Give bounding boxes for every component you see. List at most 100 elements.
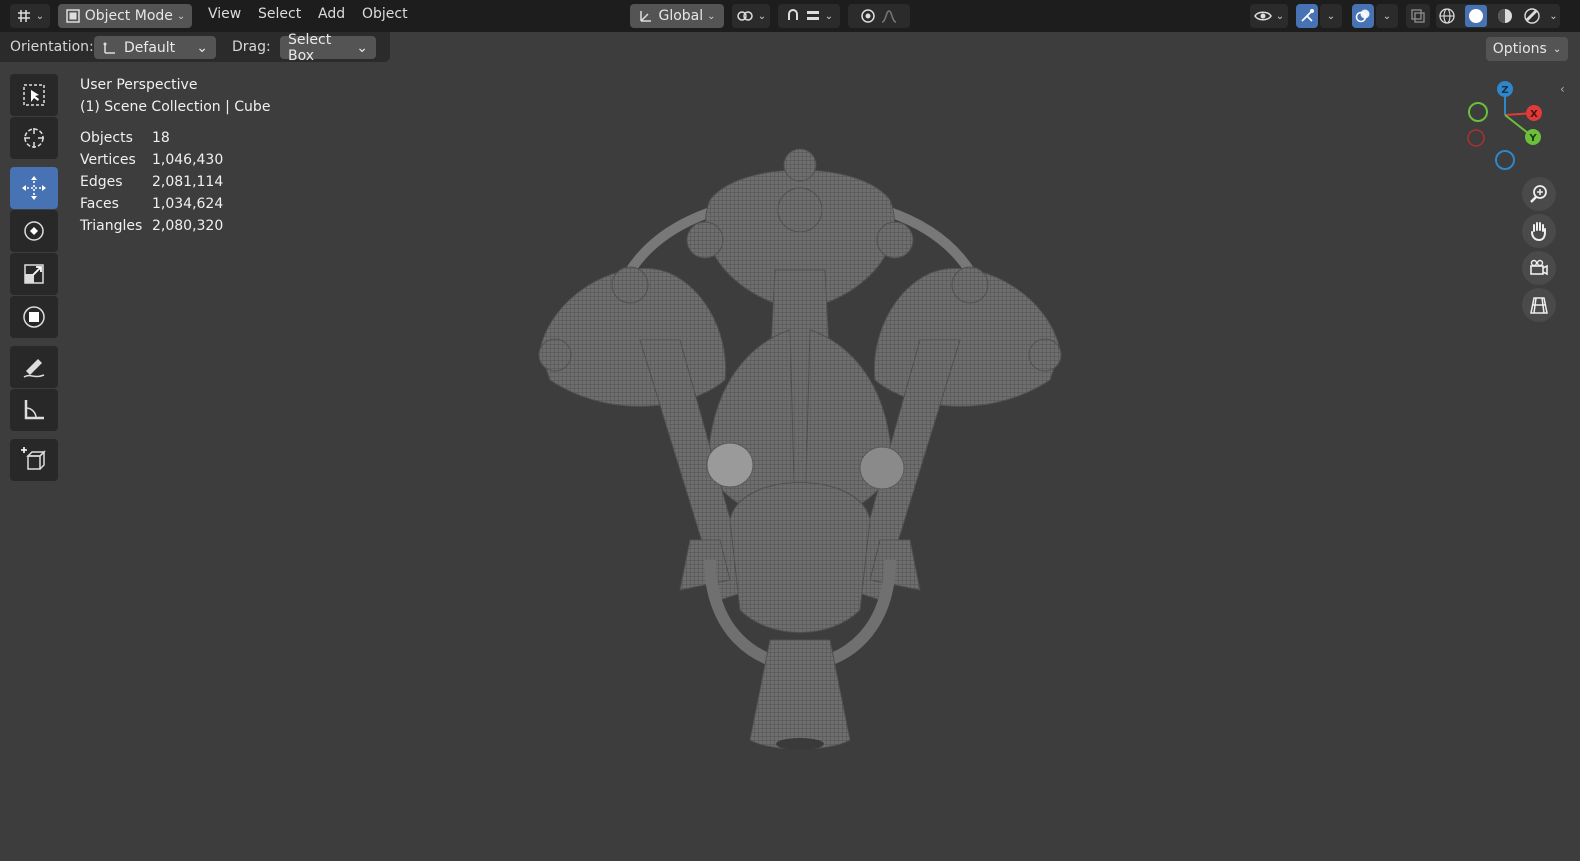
rotate-tool[interactable] [10,210,58,252]
material-shading-icon[interactable] [1496,7,1514,25]
overlay-dropdown[interactable]: ⌄ [1376,4,1398,28]
menu-select[interactable]: Select [258,6,301,22]
orthographic-toggle-button[interactable] [1522,288,1556,322]
viewport-info: User Perspective (1) Scene Collection | … [80,74,270,118]
stat-row: Triangles 2,080,320 [80,218,223,240]
camera-view-icon [1530,259,1548,276]
mode-selector[interactable]: Object Mode ⌄ [58,4,192,28]
chevron-down-icon: ⌄ [1552,43,1562,55]
pan-button[interactable] [1522,214,1556,248]
mesh-model[interactable] [530,140,1070,755]
stat-label: Edges [80,174,123,190]
overlay-icon [1355,9,1370,23]
zoom-button[interactable] [1522,177,1556,211]
gizmo-dropdown[interactable]: ⌄ [1320,4,1342,28]
snap-button[interactable]: ⌄ [778,4,840,28]
scene-statistics: Objects 18 Vertices 1,046,430 Edges 2,081,1… [80,130,223,240]
y-axis-label: Y [1528,133,1537,144]
move-tool[interactable] [10,167,58,209]
sidebar-toggle-icon[interactable]: ‹ [1560,82,1565,96]
stat-label: Objects [80,130,133,146]
chevron-down-icon: ⌄ [1382,10,1392,22]
wireframe-shading-icon[interactable] [1438,7,1456,25]
stat-row: Objects 18 [80,130,223,152]
options-label: Options [1492,41,1547,57]
pivot-button[interactable]: ⌄ [732,4,770,28]
annotate-tool[interactable] [10,346,58,388]
transform-tool[interactable] [10,296,58,338]
camera-view-button[interactable] [1522,251,1556,285]
menu-object[interactable]: Object [362,6,408,22]
navigation-gizmo[interactable]: Z X Y [1465,80,1555,175]
object-mode-icon [65,9,80,23]
cursor-icon [24,128,44,148]
rendered-shading-icon[interactable] [1523,7,1541,25]
chevron-down-icon: ⌄ [196,39,208,56]
mode-label: Object Mode [84,8,173,24]
stat-label: Triangles [80,218,143,234]
xray-icon [1411,9,1425,23]
menu-add[interactable]: Add [318,6,345,22]
chevron-down-icon: ⌄ [824,10,834,22]
proportional-edit-button[interactable] [848,4,910,28]
orientation-icon [103,42,115,54]
add-cube-tool[interactable] [10,439,58,481]
overlay-toggle[interactable] [1352,4,1374,28]
stat-value: 1,046,430 [152,152,224,168]
proportional-edit-icon [861,9,875,23]
global-orientation-icon [640,11,652,22]
x-axis-label: X [1530,109,1538,120]
transform-icon [23,306,45,328]
measure-icon [24,400,44,420]
cursor-tool[interactable] [10,117,58,159]
snap-increment-icon [806,11,819,20]
orientation-dropdown[interactable]: Default ⌄ [94,36,216,59]
options-dropdown[interactable]: Options ⌄ [1486,37,1568,61]
snap-icon [787,9,798,20]
stat-row: Faces 1,034,624 [80,196,223,218]
z-axis-label: Z [1501,85,1508,96]
negative-y-axis[interactable] [1468,102,1488,122]
chevron-down-icon[interactable]: ⌄ [1549,11,1557,22]
visibility-button[interactable]: ⌄ [1250,4,1288,28]
select-box-tool[interactable] [10,74,58,116]
3d-viewport-icon [17,10,30,22]
stat-label: Faces [80,196,119,212]
drag-dropdown[interactable]: Select Box ⌄ [280,32,376,64]
falloff-icon [881,10,897,23]
xray-toggle[interactable] [1406,4,1430,28]
scale-icon [24,264,44,284]
chevron-down-icon: ⌄ [356,39,368,56]
chevron-down-icon: ⌄ [707,10,716,22]
chevron-down-icon: ⌄ [35,10,45,22]
chevron-down-icon: ⌄ [1326,10,1336,22]
measure-tool[interactable] [10,389,58,431]
stat-value: 2,081,114 [152,174,224,190]
editor-type-button[interactable]: ⌄ [10,4,50,28]
stat-row: Edges 2,081,114 [80,174,223,196]
perspective-label: User Perspective [80,77,198,93]
pan-hand-icon [1531,222,1546,242]
zoom-icon [1530,185,1547,203]
orientation-value: Default [124,39,176,56]
gizmo-icon [1301,9,1314,22]
rotate-icon [24,221,44,241]
menu-view[interactable]: View [208,6,241,22]
solid-shading-icon [1469,9,1484,23]
orthographic-grid-icon [1530,297,1548,314]
top-bar: ⌄ Object Mode ⌄ View Select Add Object G… [0,0,1580,32]
stat-row: Vertices 1,046,430 [80,152,223,174]
chevron-down-icon: ⌄ [1275,10,1285,22]
pivot-icon [737,11,753,21]
scale-tool[interactable] [10,253,58,295]
negative-x-axis[interactable] [1467,129,1485,147]
shading-selector: ⌄ [1436,4,1560,28]
drag-value: Select Box [288,31,332,64]
gizmo-toggle[interactable] [1296,4,1318,28]
move-icon [22,176,46,200]
solid-shading-active[interactable] [1465,5,1488,27]
negative-z-axis[interactable] [1495,150,1515,170]
chevron-down-icon: ⌄ [176,10,186,22]
toolbar [10,74,60,482]
transform-orientation-selector[interactable]: Global ⌄ [630,4,724,28]
